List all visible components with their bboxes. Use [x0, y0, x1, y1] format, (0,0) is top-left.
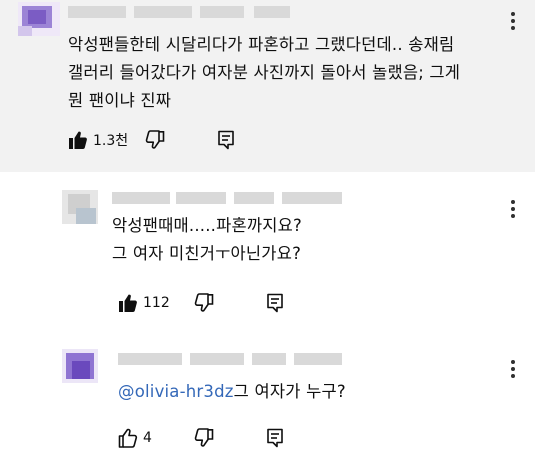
comment-text-line: 뭔 팬이냐 진짜 [68, 91, 172, 110]
thumbs-up-icon [118, 428, 138, 448]
comment-text-line: 그 여자가 누구? [233, 382, 346, 401]
reply-button[interactable] [266, 293, 284, 313]
like-button[interactable]: 1.3천 [68, 130, 128, 150]
comment-text: 악성팬들한테 시달리다가 파혼하고 그랬다던데.. 송재림 갤러리 들어갔다가 … [68, 31, 460, 115]
dislike-button[interactable] [145, 130, 165, 150]
avatar[interactable] [62, 349, 104, 383]
reply-button[interactable] [266, 428, 284, 448]
thumbs-down-icon [194, 428, 214, 447]
comment-text: 악성팬때매.....파혼까지요? 그 여자 미친거ㅜ아닌가요? [112, 212, 302, 268]
mention-link[interactable]: @olivia-hr3dz [118, 382, 234, 401]
thumbs-down-icon [145, 130, 165, 149]
reply-comment: @olivia-hr3dz그 여자가 누구? 4 [0, 332, 535, 455]
dislike-button[interactable] [194, 428, 214, 448]
more-vert-icon[interactable] [511, 12, 515, 33]
thumbs-up-icon [119, 294, 137, 312]
like-count: 1.3천 [93, 133, 129, 149]
comment-text: @olivia-hr3dz그 여자가 누구? [118, 378, 346, 406]
dislike-button[interactable] [194, 293, 214, 313]
like-count: 112 [143, 295, 170, 311]
avatar[interactable] [18, 2, 60, 36]
reply-icon [218, 130, 234, 150]
like-button[interactable]: 4 [118, 428, 152, 448]
reply-comment: 악성팬때매.....파혼까지요? 그 여자 미친거ㅜ아닌가요? 112 [0, 172, 535, 332]
comment-text-line: 갤러리 들어갔다가 여자분 사진까지 돌아서 놀랬음; 그게 [68, 63, 461, 82]
thumbs-up-icon [69, 131, 87, 149]
reply-button[interactable] [217, 130, 235, 150]
comment-text-line: 그 여자 미친거ㅜ아닌가요? [112, 244, 302, 263]
like-button[interactable]: 112 [118, 293, 170, 313]
comment-highlighted: 악성팬들한테 시달리다가 파혼하고 그랬다던데.. 송재림 갤러리 들어갔다가 … [0, 0, 535, 172]
comment-text-line: 악성팬때매.....파혼까지요? [112, 216, 302, 235]
avatar[interactable] [62, 190, 104, 224]
reply-icon [267, 293, 283, 313]
thumbs-down-icon [194, 293, 214, 312]
more-vert-icon[interactable] [511, 200, 515, 221]
comment-text-line: 악성팬들한테 시달리다가 파혼하고 그랬다던데.. 송재림 [68, 35, 455, 54]
reply-icon [267, 428, 283, 448]
like-count: 4 [143, 430, 152, 446]
more-vert-icon[interactable] [511, 360, 515, 381]
